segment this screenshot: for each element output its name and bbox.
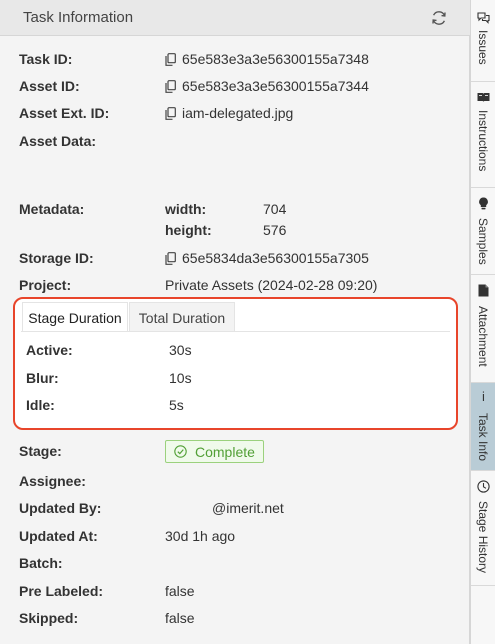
- duration-value: 10s: [169, 370, 192, 386]
- skipped-label: Skipped:: [19, 610, 79, 626]
- assignee-label: Assignee:: [19, 473, 86, 489]
- updated-by-value: @imerit.net: [212, 500, 284, 516]
- duration-label: Blur:: [26, 370, 59, 386]
- duration-label: Active:: [26, 342, 73, 358]
- check-circle-icon: [174, 445, 187, 458]
- storage-id-value: 65e5834da3e56300155a7305: [182, 250, 369, 266]
- pre-labeled-value: false: [165, 583, 195, 599]
- metadata-label: Metadata:: [19, 201, 85, 217]
- duration-row-blur: Blur: 10s: [26, 368, 446, 388]
- task-id-row: Task ID: 65e583e3a3e56300155a7348: [19, 49, 459, 69]
- metadata-height-value: 576: [263, 222, 287, 238]
- duration-label: Idle:: [26, 397, 55, 413]
- asset-ext-id-row: Asset Ext. ID: iam-delegated.jpg: [19, 103, 459, 123]
- batch-label: Batch:: [19, 555, 63, 571]
- batch-row: Batch:: [19, 553, 459, 573]
- pre-labeled-row: Pre Labeled: false: [19, 581, 459, 601]
- sidebar-item-task-info[interactable]: i Task Info: [471, 383, 495, 471]
- duration-row-active: Active: 30s: [26, 340, 446, 360]
- assignee-row: Assignee:: [19, 471, 459, 491]
- sidebar-label: Stage History: [476, 501, 490, 574]
- copy-icon[interactable]: [165, 80, 176, 93]
- task-id-label: Task ID:: [19, 51, 73, 67]
- sidebar-item-attachment[interactable]: Attachment: [471, 275, 495, 383]
- pre-labeled-label: Pre Labeled:: [19, 583, 104, 599]
- asset-data-row: Asset Data:: [19, 131, 459, 151]
- refresh-icon[interactable]: [430, 9, 448, 27]
- sidebar-item-samples[interactable]: Samples: [471, 188, 495, 275]
- skipped-row: Skipped: false: [19, 608, 459, 628]
- copy-icon[interactable]: [165, 107, 176, 120]
- tab-total-duration[interactable]: Total Duration: [129, 302, 235, 332]
- book-icon: [477, 93, 490, 102]
- tab-divider: [21, 331, 450, 332]
- asset-ext-id-label: Asset Ext. ID:: [19, 105, 110, 121]
- updated-at-label: Updated At:: [19, 528, 98, 544]
- copy-icon[interactable]: [165, 252, 176, 265]
- task-id-value: 65e583e3a3e56300155a7348: [182, 51, 369, 67]
- skipped-value: false: [165, 610, 195, 626]
- sidebar-item-stage-history[interactable]: Stage History: [471, 471, 495, 586]
- updated-at-value: 30d 1h ago: [165, 528, 236, 544]
- project-row: Project: Private Assets (2024-02-28 09:2…: [19, 275, 459, 295]
- status-badge: Complete: [165, 440, 264, 463]
- sidebar-label: Samples: [476, 218, 490, 265]
- sidebar-item-instructions[interactable]: Instructions: [471, 82, 495, 188]
- right-sidebar: Issues Instructions Samples Attachment i…: [470, 0, 495, 644]
- asset-data-label: Asset Data:: [19, 133, 97, 149]
- stage-duration-card: Stage Duration Total Duration Active: 30…: [13, 297, 458, 430]
- asset-id-row: Asset ID: 65e583e3a3e56300155a7344: [19, 76, 459, 96]
- storage-id-label: Storage ID:: [19, 250, 94, 266]
- stage-label: Stage:: [19, 443, 62, 459]
- updated-by-label: Updated By:: [19, 500, 102, 516]
- clock-icon: [477, 480, 490, 493]
- panel-title: Task Information: [23, 9, 134, 26]
- project-label: Project:: [19, 277, 72, 293]
- project-value: Private Assets (2024-02-28 09:20): [165, 277, 378, 293]
- tab-stage-duration[interactable]: Stage Duration: [22, 302, 128, 332]
- stage-row: Stage: Complete: [19, 440, 459, 463]
- sidebar-label: Issues: [476, 30, 490, 65]
- status-badge-text: Complete: [195, 444, 255, 460]
- folder-icon: [478, 284, 489, 297]
- lightbulb-icon: [479, 197, 488, 210]
- metadata-width-value: 704: [263, 201, 287, 217]
- metadata-row: Metadata: width: 704: [19, 199, 459, 219]
- sidebar-label: Task Info: [476, 413, 490, 462]
- asset-ext-id-value: iam-delegated.jpg: [182, 105, 294, 121]
- asset-id-value: 65e583e3a3e56300155a7344: [182, 78, 369, 94]
- chat-bubbles-icon: [477, 12, 490, 24]
- sidebar-label: Instructions: [476, 110, 490, 172]
- asset-id-label: Asset ID:: [19, 78, 80, 94]
- duration-value: 30s: [169, 342, 192, 358]
- task-information-panel: Task Information Task ID: 65e583e3a3e563…: [0, 0, 470, 644]
- sidebar-label: Attachment: [476, 306, 490, 367]
- metadata-width-key: width:: [165, 201, 207, 217]
- copy-icon[interactable]: [165, 53, 176, 66]
- storage-id-row: Storage ID: 65e5834da3e56300155a7305: [19, 248, 459, 268]
- sidebar-item-issues[interactable]: Issues: [471, 0, 495, 82]
- metadata-height-key: height:: [165, 222, 212, 238]
- duration-row-idle: Idle: 5s: [26, 395, 446, 415]
- updated-at-row: Updated At: 30d 1h ago: [19, 526, 459, 546]
- duration-value: 5s: [169, 397, 184, 413]
- panel-header: Task Information: [0, 0, 470, 36]
- metadata-row-2: height: 576: [19, 220, 459, 240]
- updated-by-row: Updated By: @imerit.net: [19, 498, 459, 518]
- info-icon: i: [482, 389, 485, 404]
